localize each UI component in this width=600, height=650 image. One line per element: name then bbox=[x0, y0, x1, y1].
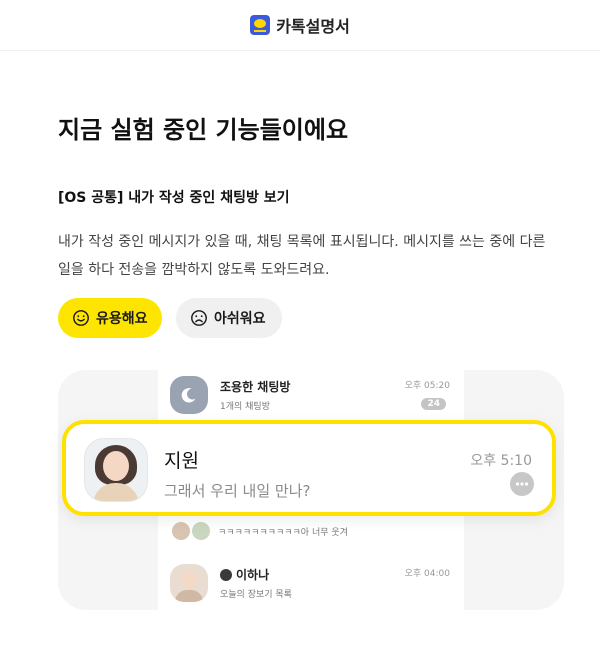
logo-text: 카톡설명서 bbox=[276, 17, 350, 36]
page-title: 지금 실험 중인 기능들이에요 bbox=[58, 116, 349, 144]
kakao-manual-logo-icon bbox=[250, 15, 271, 35]
avatar bbox=[170, 564, 208, 602]
chat-row-sub: 1개의 채팅방 bbox=[220, 402, 270, 412]
useful-label: 유용해요 bbox=[96, 311, 148, 327]
chat-row-time: 오후 04:00 bbox=[404, 569, 450, 579]
frown-icon bbox=[191, 310, 207, 326]
feature-description: 내가 작성 중인 메시지가 있을 때, 채팅 목록에 표시됩니다. 메시지를 쓰… bbox=[58, 234, 546, 278]
avatar bbox=[84, 438, 148, 502]
highlighted-chat-row: 지원 그래서 우리 내일 만나? 오후 5:10 bbox=[62, 420, 556, 516]
feature-title: [OS 공통] 내가 작성 중인 채팅방 보기 bbox=[58, 190, 290, 206]
profile-badge-icon bbox=[220, 568, 232, 581]
logo[interactable]: 카톡설명서 bbox=[250, 13, 350, 37]
moon-icon bbox=[170, 376, 208, 414]
avatar bbox=[170, 520, 192, 542]
avatar bbox=[190, 520, 212, 542]
chat-row-time: 오후 05:20 bbox=[404, 381, 450, 391]
chat-row: ㅋㅋㅋㅋㅋㅋㅋㅋㅋㅋ아 너무 웃겨 bbox=[170, 520, 460, 542]
smile-icon bbox=[73, 310, 89, 326]
chat-row-name: 조용한 채팅방 bbox=[220, 380, 291, 394]
chat-row-sub: 오늘의 장보기 목록 bbox=[220, 590, 292, 600]
chat-row: 조용한 채팅방 1개의 채팅방 오후 05:20 24 bbox=[170, 376, 460, 414]
sorry-label: 아쉬워요 bbox=[214, 311, 266, 327]
unread-badge: 24 bbox=[421, 398, 446, 410]
chat-time: 오후 5:10 bbox=[470, 453, 532, 469]
sorry-button[interactable]: 아쉬워요 bbox=[176, 298, 282, 338]
chat-row-name: 이하나 bbox=[236, 568, 270, 582]
top-bar: 카톡설명서 bbox=[0, 0, 600, 51]
chat-row: 이하나 오늘의 장보기 목록 오후 04:00 bbox=[170, 564, 460, 602]
useful-button[interactable]: 유용해요 bbox=[58, 298, 162, 338]
chat-row-sub: ㅋㅋㅋㅋㅋㅋㅋㅋㅋㅋ아 너무 웃겨 bbox=[218, 527, 348, 538]
chat-name: 지원 bbox=[164, 450, 199, 472]
typing-bubble-icon bbox=[510, 472, 534, 496]
draft-message: 그래서 우리 내일 만나? bbox=[164, 482, 311, 500]
